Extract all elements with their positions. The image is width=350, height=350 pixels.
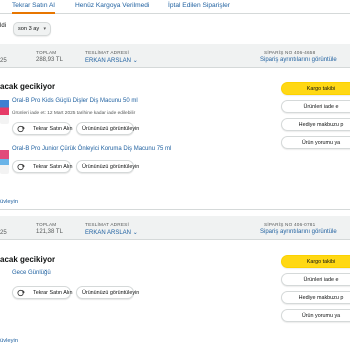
order-date-partial: 25 [0, 58, 7, 64]
view-item-button[interactable]: Ürününüzü görüntüleyin [76, 160, 139, 173]
filter-label: ldi [0, 23, 7, 29]
recipient-name: ERKAN ARSLAN [85, 58, 132, 64]
tab-cancelled[interactable]: İptal Edilen Siparişler [168, 2, 230, 9]
recipient-dropdown[interactable]: ERKAN ARSLAN ⌄ [85, 57, 138, 64]
return-items-button[interactable]: Ürünleri iade e [281, 273, 350, 286]
view-item-label: Ürününüzü görüntüleyin [82, 164, 140, 170]
track-package-button[interactable]: Kargo takibi [281, 255, 350, 268]
write-review-button[interactable]: Ürün yorumu ya [281, 136, 350, 149]
product-title-link[interactable]: Gece Günlüğü [12, 270, 51, 276]
delivery-label: TESLİMAT ADRESİ [85, 50, 129, 55]
buy-again-label: Tekrar Satın Alın [33, 290, 73, 296]
active-tab-indicator [12, 12, 55, 14]
buy-again-button[interactable]: Tekrar Satın Alın [12, 122, 73, 135]
archive-order-link[interactable]: üvleyin [0, 338, 18, 344]
buy-again-button[interactable]: Tekrar Satın Alın [12, 286, 73, 299]
buy-again-label: Tekrar Satın Alın [33, 164, 73, 170]
time-range-value: son 3 ay [18, 26, 40, 32]
view-item-button[interactable]: Ürününüzü görüntüleyin [76, 286, 139, 299]
view-item-button[interactable]: Ürününüzü görüntüleyin [76, 122, 139, 135]
total-value: 288,93 TL [36, 57, 63, 63]
product-title-link[interactable]: Oral-B Pro Junior Çürük Önleyici Koruma … [12, 146, 171, 152]
product-image[interactable] [0, 144, 9, 174]
gift-receipt-button[interactable]: Hediye makbuzu p [281, 291, 350, 304]
order-header: 25 TOPLAM 121,38 TL TESLİMAT ADRESİ ERKA… [0, 216, 350, 240]
rebuy-icon [17, 163, 25, 171]
return-eligibility-note: Ürünleri iade et: 12 Mart 2025 tarihine … [12, 111, 136, 116]
archive-order-link[interactable]: üvleyin [0, 199, 18, 205]
order-header: 25 TOPLAM 288,93 TL TESLİMAT ADRESİ ERKA… [0, 44, 350, 68]
delivery-status: acak gecikiyor [0, 255, 56, 264]
view-item-label: Ürününüzü görüntüleyin [82, 290, 140, 296]
recipient-name: ERKAN ARSLAN [85, 230, 132, 236]
chevron-down-icon: ⌄ [132, 58, 138, 64]
chevron-down-icon: ⌄ [132, 230, 138, 236]
order-details-link[interactable]: Sipariş ayrıntılarını görüntüle [260, 57, 337, 63]
write-review-button[interactable]: Ürün yorumu ya [281, 309, 350, 322]
product-image[interactable] [0, 94, 9, 124]
order-divider [0, 209, 350, 210]
order-details-link[interactable]: Sipariş ayrıntılarını görüntüle [260, 229, 337, 235]
order-number: SİPARİŞ NO 406-0781 [264, 222, 316, 227]
rebuy-icon [17, 289, 25, 297]
product-title-link[interactable]: Oral-B Pro Kids Güçlü Dişler Diş Macunu … [12, 98, 138, 104]
delivery-status: acak gecikiyor [0, 82, 56, 91]
total-value: 121,38 TL [36, 229, 63, 235]
recipient-dropdown[interactable]: ERKAN ARSLAN ⌄ [85, 229, 138, 236]
order-number: SİPARİŞ NO 406-4658 [264, 50, 316, 55]
order-date-partial: 25 [0, 230, 7, 236]
time-range-select[interactable]: son 3 ay ▾ [13, 22, 51, 36]
total-label: TOPLAM [36, 222, 57, 227]
chevron-down-icon: ▾ [43, 26, 46, 32]
rebuy-icon [17, 125, 25, 133]
gift-receipt-button[interactable]: Hediye makbuzu p [281, 118, 350, 131]
view-item-label: Ürününüzü görüntüleyin [82, 126, 140, 132]
tab-not-shipped[interactable]: Henüz Kargoya Verilmedi [75, 2, 149, 9]
track-package-button[interactable]: Kargo takibi [281, 82, 350, 95]
order-tabs: Tekrar Satın Al Henüz Kargoya Verilmedi … [0, 0, 350, 14]
buy-again-label: Tekrar Satın Alın [33, 126, 73, 132]
buy-again-button[interactable]: Tekrar Satın Alın [12, 160, 73, 173]
tab-buy-again[interactable]: Tekrar Satın Al [12, 2, 55, 9]
delivery-label: TESLİMAT ADRESİ [85, 222, 129, 227]
total-label: TOPLAM [36, 50, 57, 55]
return-items-button[interactable]: Ürünleri iade e [281, 100, 350, 113]
